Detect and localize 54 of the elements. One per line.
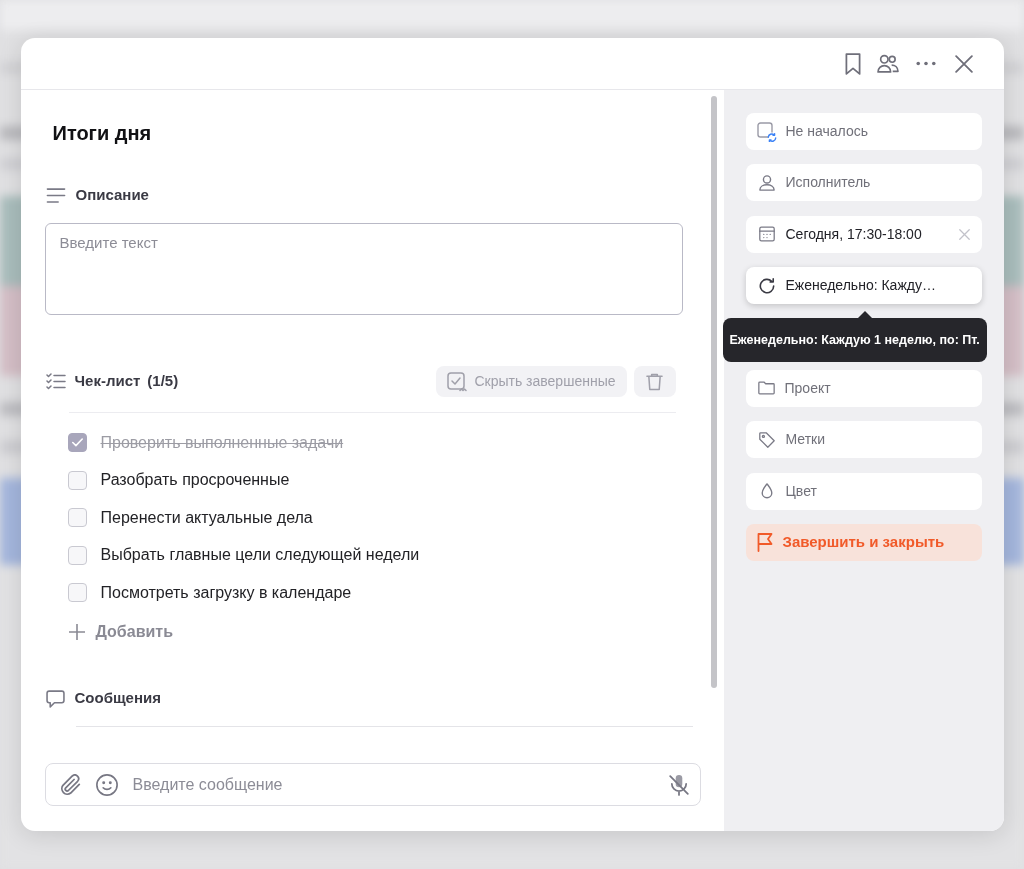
checklist-icon (45, 373, 66, 390)
checkbox[interactable] (67, 545, 87, 565)
chat-bubble-icon (45, 689, 65, 708)
clear-icon[interactable] (958, 228, 970, 240)
person-icon (758, 174, 775, 191)
checklist-item[interactable]: Посмотреть загрузку в календаре (100, 580, 352, 605)
assignee-button[interactable]: Исполнитель (745, 164, 982, 202)
scrollbar-thumb[interactable] (710, 96, 717, 688)
trash-icon (646, 372, 663, 391)
checkbox[interactable] (67, 508, 87, 528)
date-button[interactable]: Сегодня, 17:30-18:00 (745, 215, 982, 253)
tag-icon (758, 431, 775, 448)
color-button[interactable]: Цвет (745, 472, 982, 510)
checklist-heading: Чек-лист (74, 371, 141, 392)
messages-heading: Сообщения (74, 688, 161, 709)
paperclip-icon[interactable] (60, 773, 81, 796)
delete-button[interactable] (633, 366, 676, 397)
status-button[interactable]: Не началось (745, 113, 982, 150)
drop-icon (760, 483, 773, 500)
flag-icon (756, 533, 774, 553)
checklist-item[interactable]: Разобрать просроченные (100, 468, 290, 493)
add-item-button[interactable]: Добавить (68, 619, 173, 644)
checklist-item[interactable]: Проверить выполненные задачи (100, 430, 344, 455)
people-icon[interactable] (876, 54, 899, 73)
finish-and-close-button[interactable]: Завершить и закрыть (745, 524, 982, 562)
project-button[interactable]: Проект (745, 369, 982, 407)
checklist-item[interactable]: Выбрать главные цели следующей недели (100, 543, 420, 568)
description-heading: Описание (75, 184, 149, 205)
tooltip-pointer-icon (857, 311, 872, 319)
close-icon[interactable] (954, 54, 973, 73)
smiley-icon[interactable] (95, 773, 118, 796)
repeat-button[interactable]: Еженедельно: Кажду… (745, 267, 982, 305)
message-field[interactable]: Введите сообщение (44, 763, 701, 806)
check-icon (71, 438, 83, 448)
checkbox[interactable] (67, 583, 87, 603)
calendar-icon (758, 226, 775, 243)
checklist-count: (1/5) (147, 371, 179, 392)
refresh-icon (758, 277, 775, 294)
checkbox[interactable] (67, 433, 87, 453)
bookmark-icon[interactable] (844, 52, 861, 75)
plus-icon (68, 623, 85, 640)
tags-button[interactable]: Метки (745, 421, 982, 459)
checklist-item[interactable]: Перенести актуальные дела (100, 505, 313, 530)
text-lines-icon (45, 187, 66, 203)
checked-square-icon (447, 371, 468, 392)
status-square-icon (756, 121, 777, 142)
description-field[interactable]: Введите текст (44, 223, 683, 315)
task-title: Итоги дня (52, 121, 152, 146)
more-icon[interactable] (915, 61, 936, 66)
tooltip: Еженедельно: Каждую 1 неделю, по: Пт. (722, 318, 987, 363)
folder-icon (757, 381, 775, 396)
microphone-off-icon[interactable] (668, 773, 689, 796)
checkbox[interactable] (67, 470, 87, 490)
message-input[interactable]: Введите сообщение (132, 769, 659, 800)
